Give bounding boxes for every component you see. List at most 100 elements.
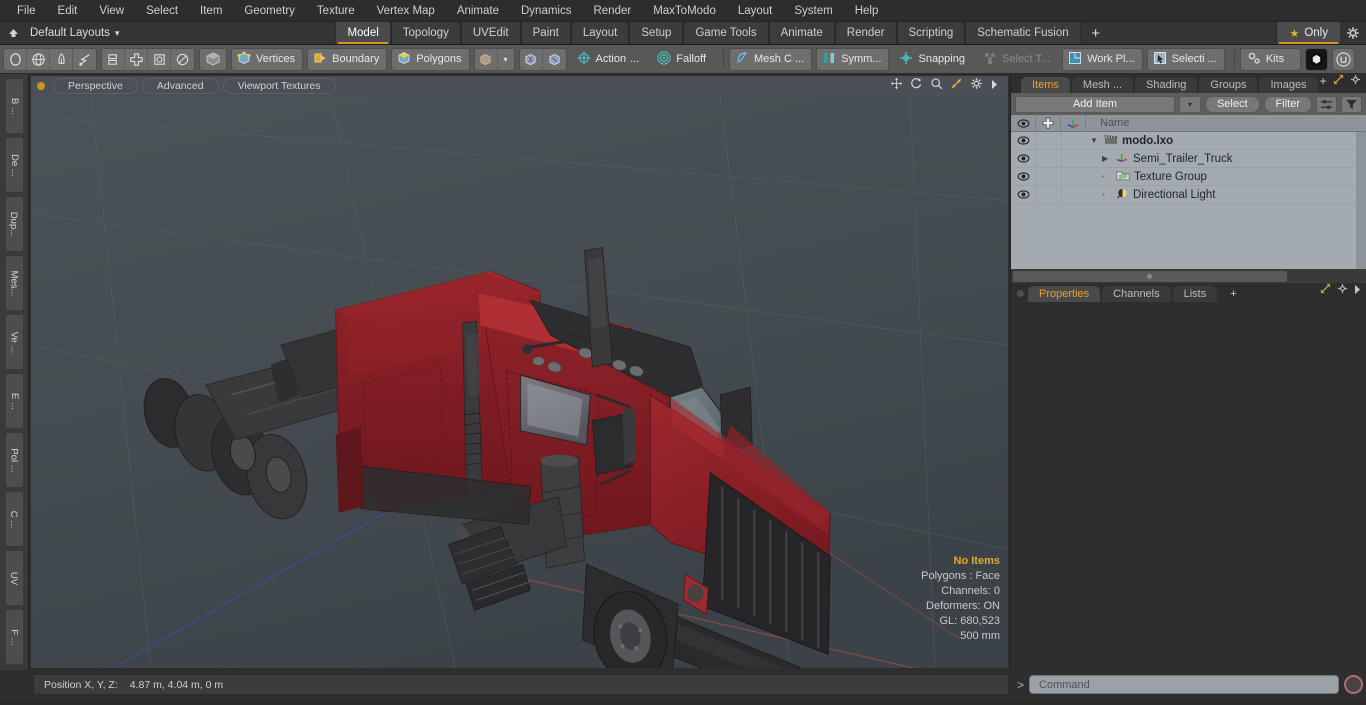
items-tree[interactable]: ▼ modo.lxo ▶ Semi_Trailer_Truck ▪ Textur… (1011, 132, 1366, 269)
tree-row-directional-light[interactable]: ▪ Directional Light (1011, 185, 1366, 204)
select-through-icon[interactable] (520, 48, 543, 70)
symmetry-button[interactable]: Symm... (816, 47, 890, 71)
default-layouts-dropdown[interactable]: Default Layouts ▾ (26, 22, 129, 44)
kits-button[interactable]: Kits (1239, 47, 1302, 71)
viewport-advanced-button[interactable]: Advanced (141, 78, 219, 94)
unreal-button[interactable] (1332, 47, 1356, 71)
menu-item-render[interactable]: Render (582, 0, 642, 22)
tab-setup[interactable]: Setup (629, 22, 684, 44)
visibility-eye-icon[interactable] (1011, 190, 1036, 199)
menu-item-maxtomodo[interactable]: MaxToModo (642, 0, 727, 22)
boundary-button[interactable]: Boundary (307, 47, 388, 71)
tab-model[interactable]: Model (335, 22, 391, 44)
vtab-duplicate[interactable]: Dup... (4, 196, 24, 252)
crosshair-box-icon[interactable] (125, 48, 148, 70)
work-plane-button[interactable]: Work Pl... (1062, 47, 1143, 71)
stack-icon[interactable] (102, 48, 125, 70)
items-hscrollbar[interactable] (1013, 270, 1287, 282)
vertices-button[interactable]: Vertices (231, 47, 304, 71)
tab-paint[interactable]: Paint (520, 22, 571, 44)
properties-content-area[interactable] (1011, 302, 1366, 670)
command-input[interactable]: Command (1029, 675, 1339, 694)
gear-icon[interactable] (970, 77, 983, 95)
menu-item-dynamics[interactable]: Dynamics (510, 0, 582, 22)
snapping-button[interactable]: Snapping (893, 47, 973, 71)
menu-item-animate[interactable]: Animate (446, 0, 510, 22)
tab-schematic-fusion[interactable]: Schematic Fusion (965, 22, 1081, 44)
menu-item-select[interactable]: Select (135, 0, 189, 22)
tab-images[interactable]: Images (1259, 77, 1318, 93)
tree-col-axis[interactable] (1061, 185, 1086, 204)
tree-label-directional-light[interactable]: ▪ Directional Light (1086, 187, 1215, 202)
only-toggle-button[interactable]: ★ Only (1276, 22, 1340, 44)
tree-row-texture-group[interactable]: ▪ Texture Group (1011, 167, 1366, 186)
select-through-button[interactable]: Select T... (976, 47, 1059, 71)
chevron-right-icon[interactable] (990, 77, 999, 95)
list-options-icon[interactable] (1316, 95, 1337, 113)
gear-icon[interactable] (1337, 281, 1348, 299)
filter-button[interactable]: Filter (1263, 95, 1312, 113)
record-circle-icon[interactable] (1344, 675, 1363, 694)
menu-item-layout[interactable]: Layout (727, 0, 784, 22)
expand-icon[interactable] (1320, 281, 1331, 299)
tree-row-mesh[interactable]: ▶ Semi_Trailer_Truck (1011, 149, 1366, 168)
tree-col-move[interactable] (1036, 185, 1061, 204)
plus-icon[interactable]: + (1320, 75, 1327, 87)
menu-item-edit[interactable]: Edit (47, 0, 89, 22)
tab-game-tools[interactable]: Game Tools (683, 22, 769, 44)
vtab-basic[interactable]: B ... (4, 78, 24, 134)
rotate-icon[interactable] (910, 77, 923, 95)
select-button[interactable]: Select (1204, 95, 1260, 113)
tab-channels[interactable]: Channels (1102, 286, 1171, 302)
tree-col-move[interactable] (1036, 132, 1061, 150)
tab-items[interactable]: Items (1021, 77, 1070, 93)
chevron-down-icon[interactable]: ▾ (498, 49, 514, 70)
selection-set-button[interactable]: Selecti ... (1146, 47, 1225, 71)
unreal-u-icon[interactable] (1333, 49, 1354, 70)
tab-lists[interactable]: Lists (1172, 286, 1218, 302)
tree-col-axis[interactable] (1061, 149, 1086, 168)
home-up-icon[interactable] (0, 22, 26, 44)
vtab-edge[interactable]: E ... (4, 373, 24, 429)
modo-sphere-icon[interactable] (1306, 48, 1328, 70)
tab-uvedit[interactable]: UVEdit (460, 22, 521, 44)
add-tab-button[interactable]: + (1080, 22, 1111, 44)
globe-icon[interactable] (27, 48, 50, 70)
menu-item-texture[interactable]: Texture (306, 0, 366, 22)
tab-animate[interactable]: Animate (768, 22, 835, 44)
menu-item-item[interactable]: Item (189, 0, 233, 22)
gear-icon[interactable] (1340, 22, 1366, 44)
ellipse-icon[interactable] (4, 48, 27, 70)
menu-item-vertex-map[interactable]: Vertex Map (366, 0, 446, 22)
tab-mesh[interactable]: Mesh ... (1071, 77, 1134, 93)
vtab-vertex[interactable]: Ve ... (4, 314, 24, 370)
viewport-textures-button[interactable]: Viewport Textures (222, 78, 336, 94)
properties-add-tab[interactable]: + (1219, 286, 1247, 302)
pen-icon[interactable] (50, 48, 73, 70)
tab-shading[interactable]: Shading (1135, 77, 1198, 93)
tree-col-axis[interactable] (1061, 132, 1086, 150)
tab-layout[interactable]: Layout (570, 22, 630, 44)
visibility-eye-icon[interactable] (1011, 172, 1036, 181)
polygons-button[interactable]: Polygons (391, 47, 470, 71)
select-back-icon[interactable] (543, 49, 566, 70)
chevron-right-icon[interactable] (1354, 281, 1361, 299)
visibility-eye-icon[interactable] (1011, 136, 1036, 145)
tree-col-axis[interactable] (1061, 167, 1086, 186)
properties-menu-dot[interactable] (1017, 290, 1024, 297)
tab-topology[interactable]: Topology (390, 22, 461, 44)
tab-groups[interactable]: Groups (1199, 77, 1258, 93)
menu-item-view[interactable]: View (88, 0, 135, 22)
tab-properties[interactable]: Properties (1028, 286, 1101, 302)
gear-icon[interactable] (1350, 72, 1361, 90)
tree-label-texture-group[interactable]: ▪ Texture Group (1086, 170, 1207, 184)
modo-sphere-button[interactable] (1305, 47, 1329, 71)
circle-slice-icon[interactable] (171, 49, 194, 70)
tree-row-scene[interactable]: ▼ modo.lxo (1011, 132, 1366, 150)
viewport-perspective-button[interactable]: Perspective (53, 78, 138, 94)
tree-label-mesh[interactable]: ▶ Semi_Trailer_Truck (1086, 151, 1232, 166)
cube-icon[interactable] (199, 47, 227, 71)
twirl-down-icon[interactable]: ▼ (1090, 136, 1100, 145)
fit-icon[interactable] (950, 77, 963, 95)
pan-icon[interactable] (890, 77, 903, 95)
